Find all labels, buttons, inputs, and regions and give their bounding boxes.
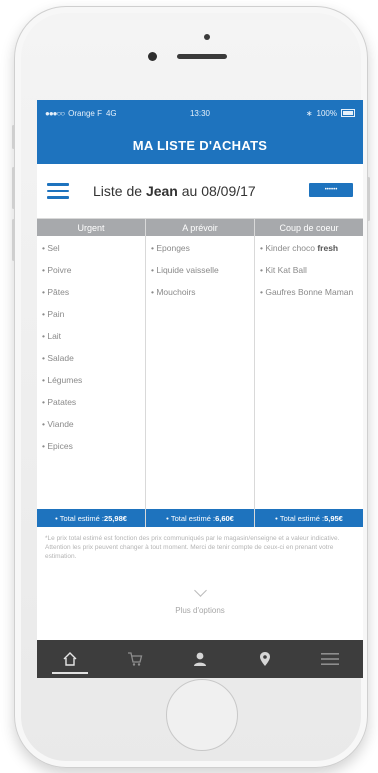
menu-icon	[321, 653, 340, 665]
proximity-sensor	[204, 34, 210, 40]
tab-home[interactable]	[50, 640, 90, 678]
column-total: • Total estimé : 25,98€	[37, 509, 145, 527]
list-item[interactable]: • Mouchoirs	[151, 287, 249, 297]
signal-icon: ●●●○○	[45, 108, 65, 118]
more-options-label: Plus d'options	[175, 606, 225, 615]
list-item[interactable]: • Pain	[42, 309, 140, 319]
chevron-down-icon	[193, 584, 207, 597]
list-title: Liste de Jean au 08/09/17	[93, 183, 256, 199]
list-item[interactable]: • Liquide vaisselle	[151, 265, 249, 275]
tab-cart[interactable]	[115, 640, 155, 678]
power-button	[367, 177, 370, 221]
carrier-label: Orange F	[68, 108, 102, 118]
list-owner: Jean	[145, 183, 178, 199]
tab-location[interactable]	[245, 640, 285, 678]
column-total: • Total estimé : 6,60€	[146, 509, 254, 527]
volume-up-button	[12, 167, 15, 209]
battery-icon	[341, 109, 355, 117]
list-item[interactable]: • Poivre	[42, 265, 140, 275]
bottom-tab-bar	[37, 640, 363, 678]
app-screen: ●●●○○ Orange F 4G 13:30 ∗ 100% MA LISTE …	[37, 100, 363, 678]
clock: 13:30	[189, 108, 211, 118]
column-total: • Total estimé : 5,95€	[255, 509, 363, 527]
network-label: 4G	[105, 108, 117, 118]
more-options[interactable]: Plus d'options	[37, 578, 363, 622]
location-pin-icon	[260, 652, 271, 666]
tab-menu[interactable]	[310, 640, 350, 678]
bluetooth-icon: ∗	[305, 108, 313, 118]
menu-icon[interactable]	[47, 183, 69, 199]
home-button[interactable]	[166, 679, 238, 751]
list-item[interactable]: • Lait	[42, 331, 140, 341]
tab-profile[interactable]	[180, 640, 220, 678]
list-item[interactable]: • Patates	[42, 397, 140, 407]
list-item[interactable]: • Eponges	[151, 243, 249, 253]
edit-button[interactable]: ••••••	[309, 183, 353, 197]
list-item[interactable]: • Epices	[42, 441, 140, 451]
status-bar: ●●●○○ Orange F 4G 13:30 ∗ 100%	[37, 100, 363, 126]
battery-percent: 100%	[316, 108, 337, 118]
list-item[interactable]: • Sel	[42, 243, 140, 253]
earpiece-speaker	[177, 54, 227, 59]
cart-icon	[127, 652, 143, 666]
user-icon	[193, 652, 206, 666]
column-a-prevoir: A prévoir • Eponges • Liquide vaisselle …	[146, 219, 255, 527]
list-header: Liste de Jean au 08/09/17 ••••••	[37, 164, 363, 218]
column-heading: Coup de coeur	[255, 219, 363, 236]
home-icon	[63, 652, 77, 666]
volume-down-button	[12, 219, 15, 261]
list-item[interactable]: • Kinder choco fresh	[260, 243, 358, 253]
list-item[interactable]: • Pâtes	[42, 287, 140, 297]
column-heading: A prévoir	[146, 219, 254, 236]
mute-switch	[12, 125, 15, 149]
shopping-columns: Urgent • Sel • Poivre • Pâtes • Pain • L…	[37, 218, 363, 527]
column-heading: Urgent	[37, 219, 145, 236]
front-camera	[148, 52, 157, 61]
price-disclaimer: *Le prix total estimé est fonction des p…	[45, 535, 340, 560]
column-urgent: Urgent • Sel • Poivre • Pâtes • Pain • L…	[37, 219, 146, 527]
list-item[interactable]: • Kit Kat Ball	[260, 265, 358, 275]
list-item[interactable]: • Salade	[42, 353, 140, 363]
app-title: MA LISTE D'ACHATS	[37, 126, 363, 164]
list-item[interactable]: • Viande	[42, 419, 140, 429]
list-item[interactable]: • Légumes	[42, 375, 140, 385]
list-item[interactable]: • Gaufres Bonne Maman	[260, 287, 358, 297]
column-coup-de-coeur: Coup de coeur • Kinder choco fresh • Kit…	[255, 219, 363, 527]
